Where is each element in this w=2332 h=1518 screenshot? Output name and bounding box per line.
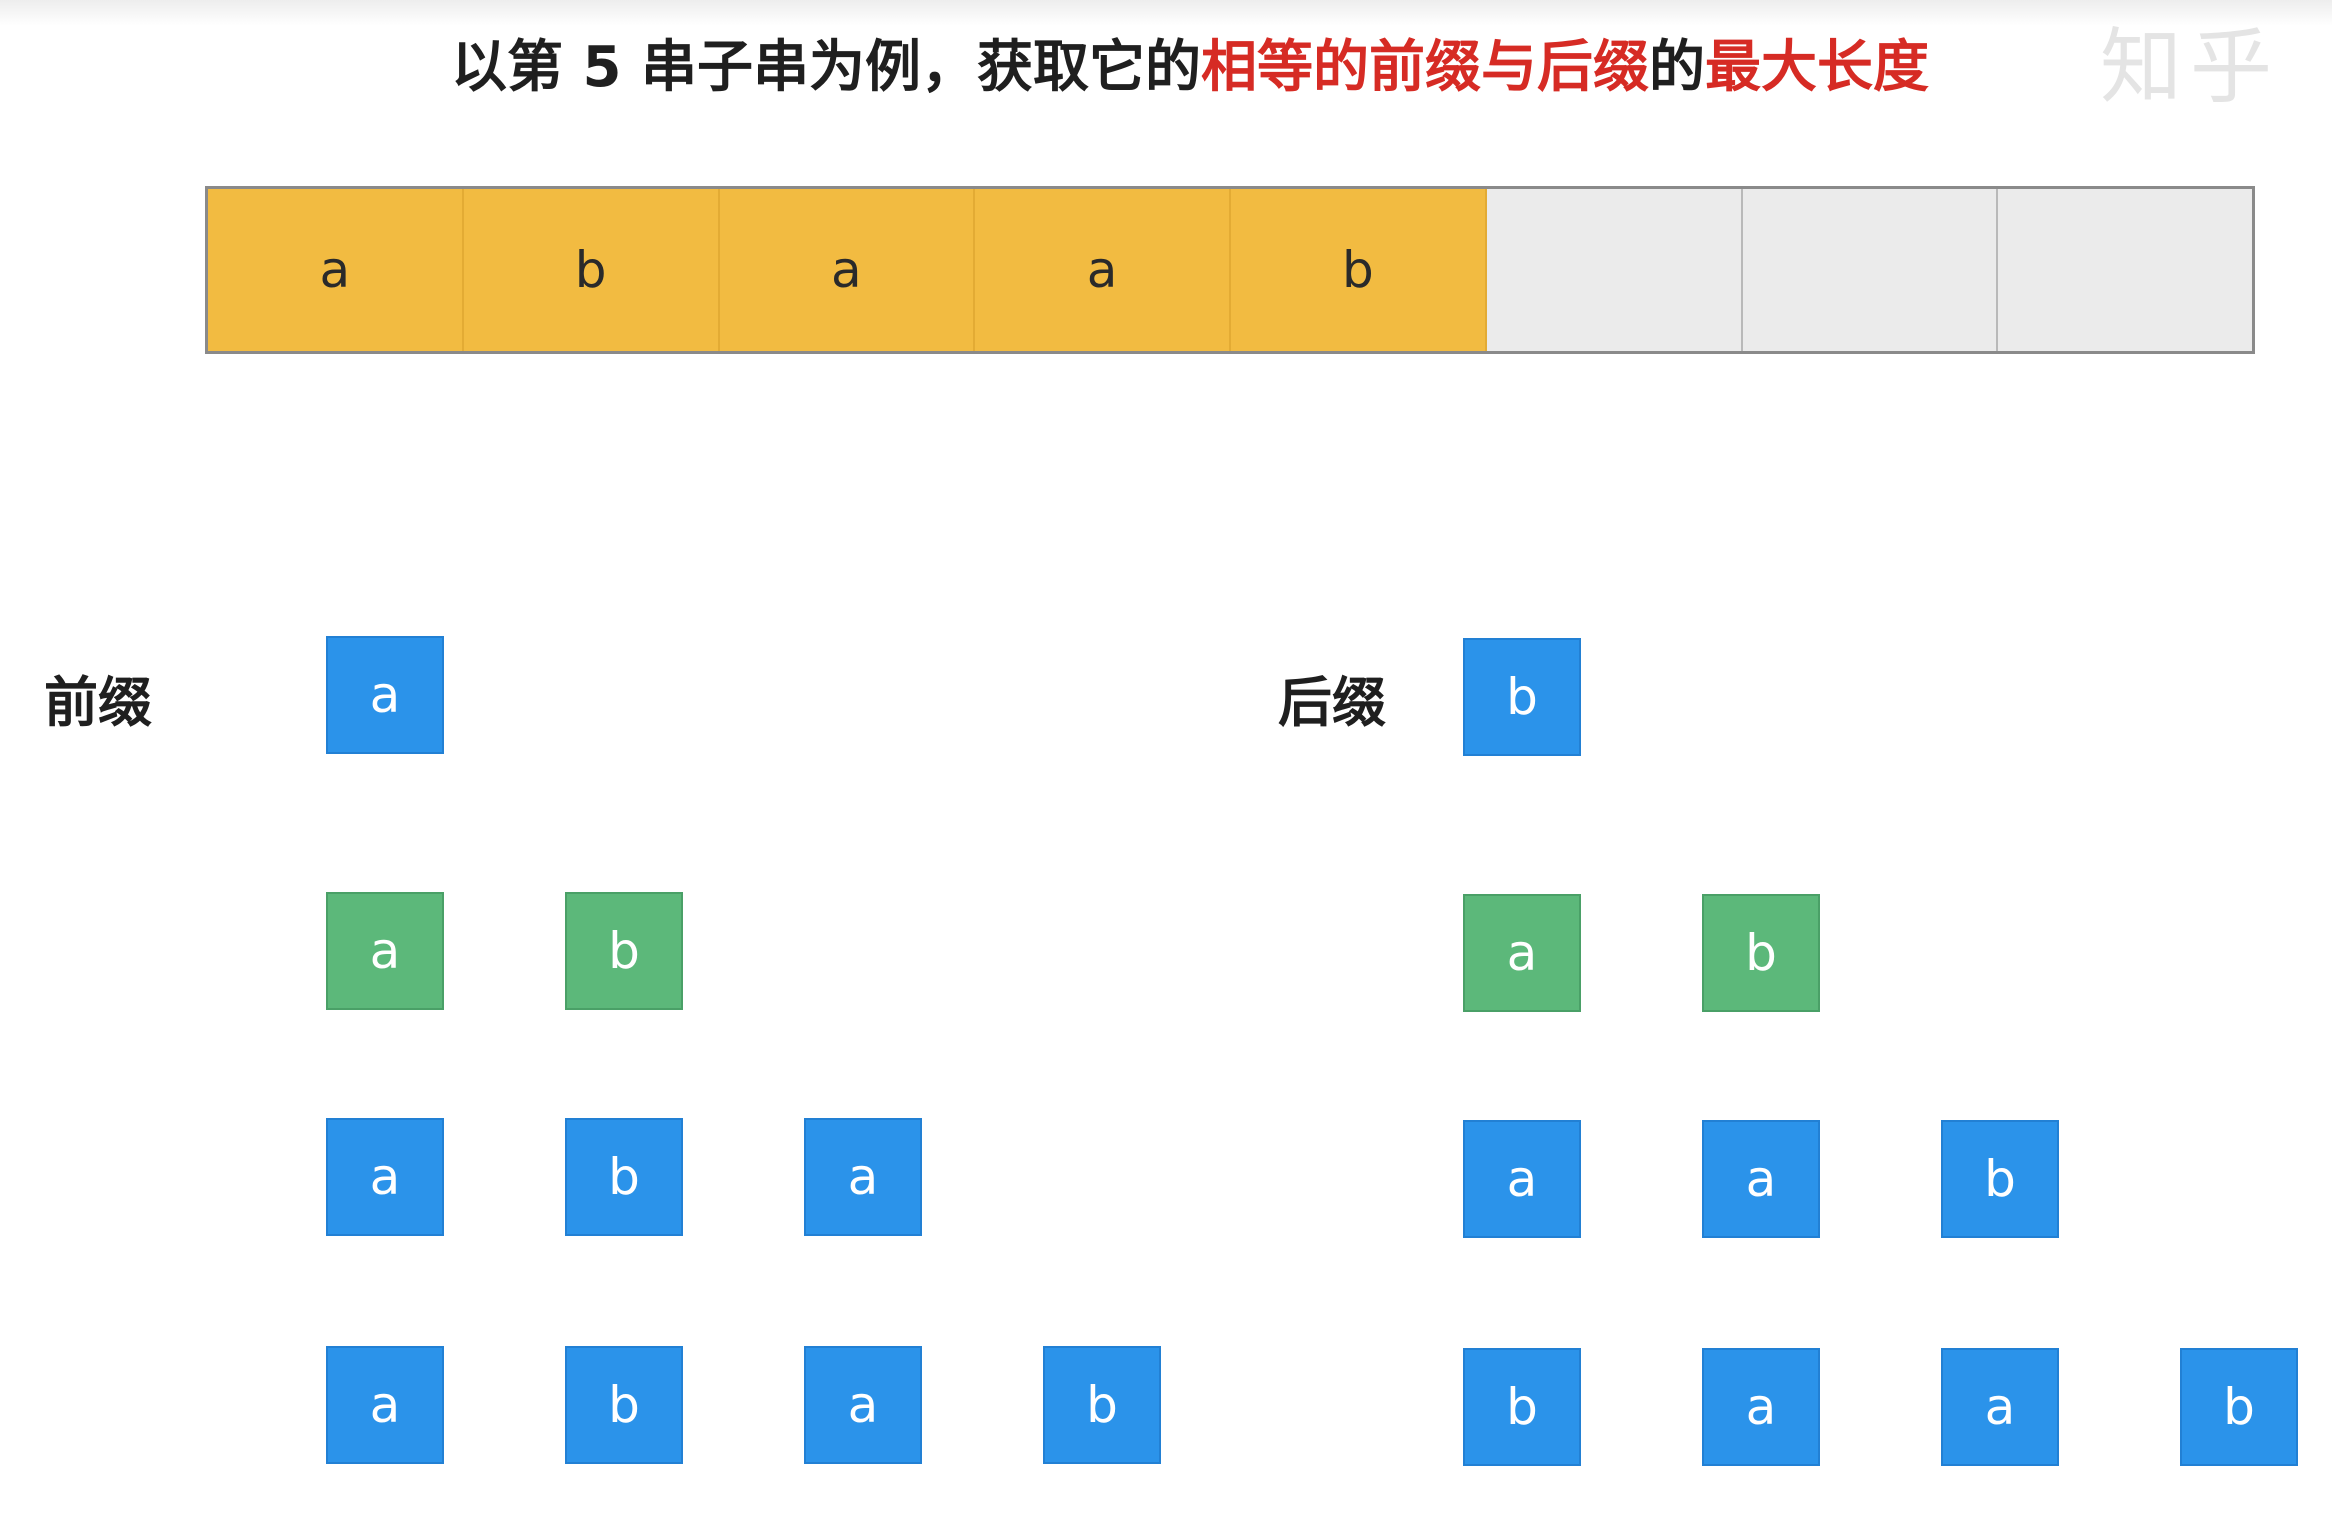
- top-fade: [0, 0, 2332, 26]
- prefix-char-box: a: [326, 892, 444, 1010]
- substring-cell: b: [463, 189, 720, 351]
- watermark-logo: 知乎: [2100, 20, 2281, 115]
- prefix-char-box: a: [804, 1118, 922, 1236]
- title-highlight-2: 最大长度: [1704, 35, 1929, 100]
- prefix-char-box: b: [565, 892, 683, 1010]
- suffix-char-box: b: [1463, 1348, 1581, 1466]
- prefix-char-box: b: [565, 1118, 683, 1236]
- suffix-char-box: a: [1463, 894, 1581, 1012]
- page-title: 以第 5 串子串为例，获取它的相等的前缀与后缀的最大长度: [400, 28, 1980, 108]
- prefix-char-box: a: [326, 1118, 444, 1236]
- suffix-char-box: a: [1702, 1348, 1820, 1466]
- prefix-char-box: a: [804, 1346, 922, 1464]
- prefix-char-box: a: [326, 636, 444, 754]
- prefix-char-box: b: [1043, 1346, 1161, 1464]
- suffix-char-box: b: [1463, 638, 1581, 756]
- title-part-1: 以第 5 串子串为例，获取它的: [451, 35, 1201, 100]
- prefix-char-box: a: [326, 1346, 444, 1464]
- title-part-2: 的: [1648, 35, 1705, 100]
- prefix-label: 前缀: [44, 671, 152, 734]
- suffix-char-box: a: [1702, 1120, 1820, 1238]
- substring-cell-empty: [1998, 189, 2252, 351]
- substring-cell: a: [975, 189, 1231, 351]
- suffix-char-box: b: [2180, 1348, 2298, 1466]
- suffix-char-box: a: [1463, 1120, 1581, 1238]
- substring-cell-empty: [1742, 189, 1999, 351]
- suffix-char-box: b: [1941, 1120, 2059, 1238]
- substring-cell: b: [1231, 189, 1487, 351]
- substring-strip: a b a a b: [205, 186, 2255, 354]
- substring-cell-empty: [1486, 189, 1743, 351]
- substring-cell: a: [208, 189, 464, 351]
- suffix-char-box: a: [1941, 1348, 2059, 1466]
- substring-cell: a: [719, 189, 976, 351]
- title-highlight-1: 相等的前缀与后缀: [1200, 35, 1649, 100]
- suffix-char-box: b: [1702, 894, 1820, 1012]
- suffix-label: 后缀: [1278, 671, 1386, 734]
- prefix-char-box: b: [565, 1346, 683, 1464]
